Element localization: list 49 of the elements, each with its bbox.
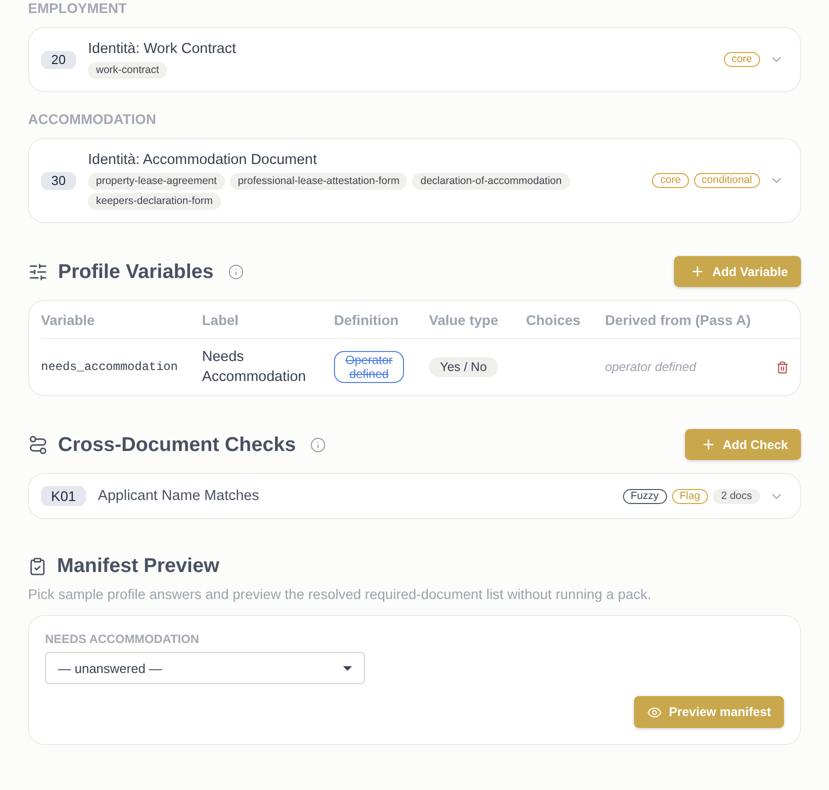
document-tag: work-contract [88,62,168,79]
column-header: Choices [526,301,605,339]
section-description: Pick sample profile answers and preview the resolved required-document list without running a pack. [28,585,652,603]
delete-icon[interactable] [776,360,789,374]
definition-tag: Operator defined [334,351,404,383]
requirement-badge: core [724,52,760,67]
document-tag: keepers-declaration-form [88,193,221,210]
check-name: Applicant Name Matches [98,488,260,504]
check-badge: Fuzzy [622,488,667,504]
check-code: K01 [41,486,86,506]
column-header: Definition [334,301,429,339]
sliders-icon [28,262,48,282]
column-header: Value type [429,301,526,339]
document-tag: property-lease-agreement [88,173,225,190]
document-card[interactable]: 30 Identità: Accommodation Document property-lease-agreement professional-lease-attestation-form declaration-of-accommodation keepers-declaration-form core conditional [28,138,801,223]
document-title: Identità: Accommodation Document [88,151,317,169]
document-tag: declaration-of-accommodation [412,173,570,190]
info-icon[interactable] [228,264,244,280]
variable-label: Needs Accommodation [202,348,307,387]
check-card[interactable]: K01 Applicant Name Matches Fuzzy Flag 2 docs [28,473,801,519]
check-badge: Flag [672,488,708,504]
info-icon[interactable] [310,436,326,452]
document-number: 20 [41,50,76,68]
section-title: Manifest Preview [57,554,220,578]
route-icon [28,434,48,454]
eye-icon [646,704,662,720]
caret-icon [343,666,352,670]
clipboard-check-icon [28,556,47,576]
document-tag: professional-lease-attestation-form [230,173,408,190]
check-badge: 2 docs [713,488,760,504]
requirement-badge: conditional [694,173,760,188]
value-type-tag: Yes / No [429,357,498,377]
document-title: Identità: Work Contract [88,40,236,58]
variable-name: needs_accommodation [41,360,178,374]
derived-from-text: operator defined [605,360,696,374]
plus-icon [690,264,706,279]
field-label: NEEDS ACCOMMODATION [45,632,199,646]
column-header: Derived from (Pass A) [605,301,776,339]
plus-icon [700,437,716,452]
requirement-badge: core [652,173,689,188]
column-header: Label [202,301,334,339]
document-number: 30 [41,172,76,190]
document-card[interactable]: 20 Identità: Work Contract work-contract core [28,27,801,92]
section-title: Profile Variables [58,260,214,284]
answer-select[interactable]: — unanswered — [45,652,365,684]
group-heading: EMPLOYMENT [28,0,127,16]
group-heading: ACCOMMODATION [28,111,156,127]
column-header: Variable [41,301,202,339]
section-title: Cross-Document Checks [58,432,296,456]
